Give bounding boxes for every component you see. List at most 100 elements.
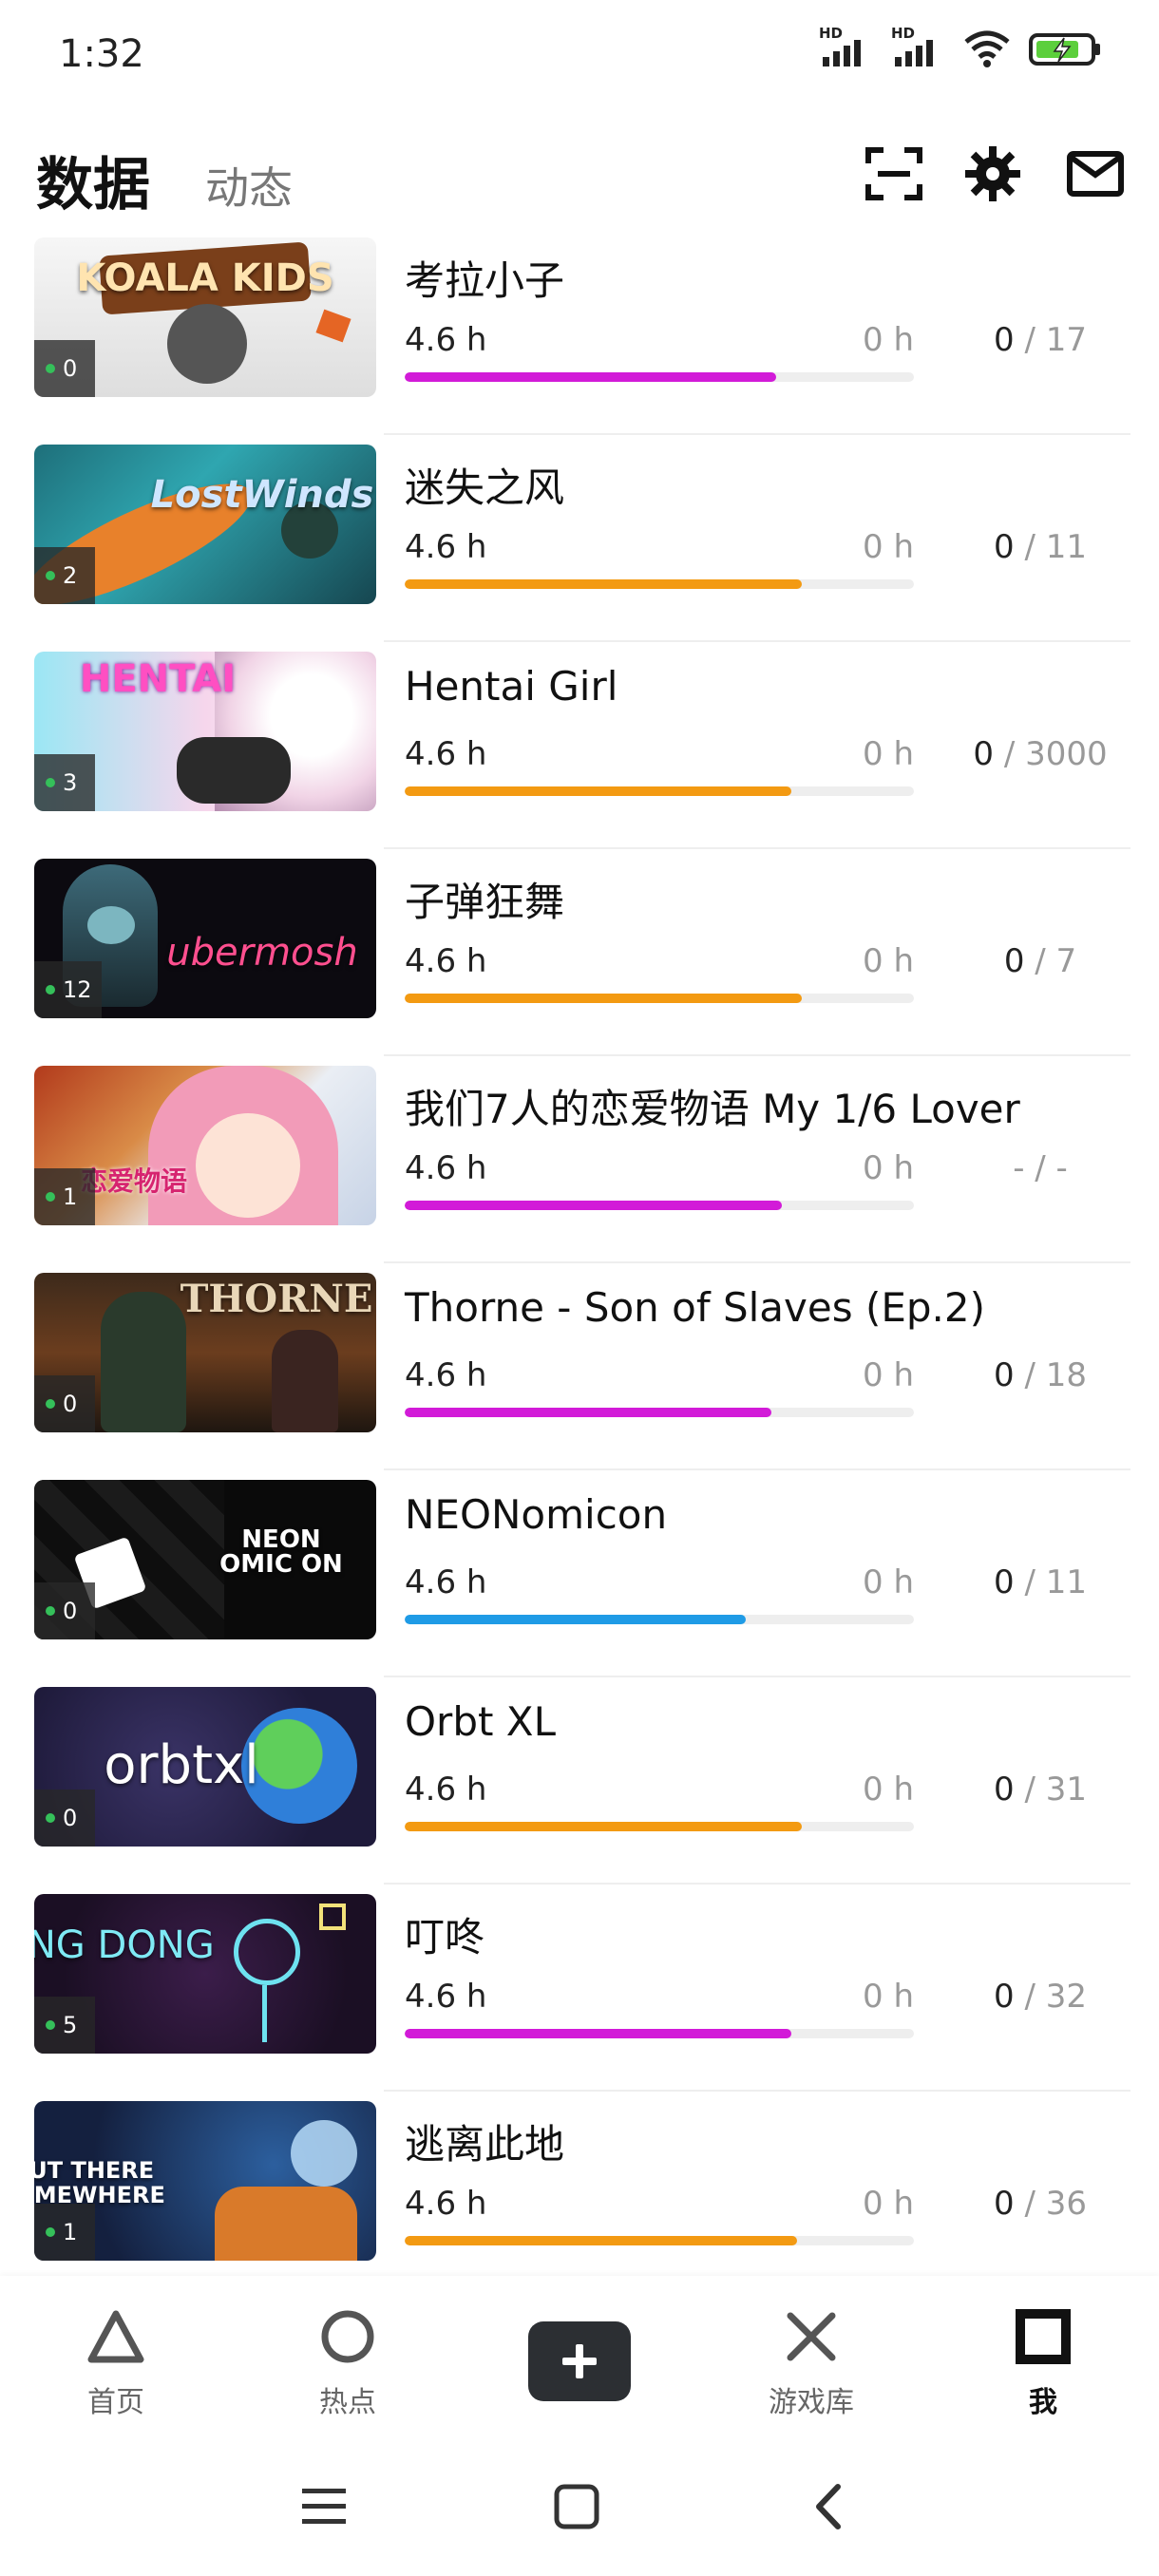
achievements-done: 0 [994,1356,1015,1394]
achievements-total: - / - [1013,1149,1068,1187]
achievements-total: / 11 [1014,1563,1087,1601]
progress-fill [405,786,792,796]
home-icon[interactable] [543,2473,610,2540]
game-row[interactable]: 恋爱物语 1 我们7人的恋爱物语 My 1/6 Lover 4.6 h 0 h … [0,1056,1159,1263]
game-row[interactable]: KOALA KIDS 0 考拉小子 4.6 h 0 h 0 / 17 [0,228,1159,435]
total-hours: 4.6 h [405,1149,487,1187]
friends-badge: 3 [34,754,95,811]
badge-count: 0 [63,1805,78,1831]
achievement-count: 0 / 31 [940,1771,1140,1809]
nav-label: 首页 [87,2386,144,2419]
game-row[interactable]: LostWinds 2 迷失之风 4.6 h 0 h 0 / 11 [0,435,1159,642]
achievement-count: 0 / 17 [940,321,1140,359]
game-row[interactable]: THORNE 0 Thorne - Son of Slaves (Ep.2) 4… [0,1263,1159,1470]
game-row[interactable]: ubermosh 12 子弹狂舞 4.6 h 0 h 0 / 7 [0,849,1159,1056]
friends-badge: 0 [34,340,95,397]
wifi-icon [963,30,1011,68]
system-nav [0,2435,1159,2576]
tab-feed[interactable]: 动态 [205,154,293,217]
total-hours: 4.6 h [405,528,487,566]
game-thumbnail: LostWinds 2 [34,445,376,604]
friends-badge: 0 [34,1790,95,1847]
thumbnail-title: KOALA KIDS [76,256,334,300]
menu-icon[interactable] [291,2473,357,2540]
badge-count: 12 [63,976,92,1003]
game-thumbnail: OUT THERE SOMEWHERE 1 [34,2101,376,2261]
scan-icon[interactable] [863,142,925,205]
progress-bar [405,1822,914,1831]
triangle-icon [86,2306,146,2367]
thumbnail-title: orbtxl [104,1734,259,1796]
status-time: 1:32 [59,32,144,76]
mail-icon[interactable] [1064,142,1127,205]
achievements-total: / 3000 [994,735,1108,773]
game-row[interactable]: HENTAI 3 Hentai Girl 4.6 h 0 h 0 / 3000 [0,642,1159,849]
recent-hours: 0 h [863,1563,914,1601]
signal-icon-2: HD [891,25,946,70]
progress-fill [405,2029,792,2038]
progress-bar [405,994,914,1003]
achievement-count: 0 / 11 [940,1563,1140,1601]
badge-count: 5 [63,2012,78,2038]
progress-bar [405,1408,914,1417]
game-row[interactable]: OUT THERE SOMEWHERE 1 逃离此地 4.6 h 0 h 0 /… [0,2092,1159,2299]
progress-bar [405,579,914,589]
signal-icon: HD [819,25,874,70]
achievements-total: / 7 [1024,942,1077,980]
game-thumbnail: orbtxl 0 [34,1687,376,1847]
achievements-total: / 36 [1014,2185,1087,2223]
achievements-total: / 18 [1014,1356,1087,1394]
achievements-done: 0 [994,321,1015,359]
achievements-done: 0 [994,1771,1015,1809]
game-thumbnail: NEON OMIC ON 0 [34,1480,376,1639]
nav-library[interactable]: 游戏库 [735,2306,887,2420]
recent-hours: 0 h [863,321,914,359]
progress-fill [405,1822,803,1831]
back-icon[interactable] [796,2473,863,2540]
total-hours: 4.6 h [405,942,487,980]
nav-me[interactable]: 我 [967,2306,1119,2420]
badge-count: 0 [63,355,78,382]
friends-badge: 5 [34,1997,95,2054]
game-row[interactable]: NEON OMIC ON 0 NEONomicon 4.6 h 0 h 0 / … [0,1470,1159,1677]
game-title: 逃离此地 [405,2121,565,2168]
nav-label: 我 [1029,2386,1057,2419]
progress-bar [405,1615,914,1624]
status-bar: 1:32 HD HD [0,0,1159,114]
progress-bar [405,2029,914,2038]
circle-icon [317,2306,378,2367]
game-thumbnail: THORNE 0 [34,1273,376,1432]
achievements-done: 0 [994,2185,1015,2223]
recent-hours: 0 h [863,735,914,773]
achievement-count: 0 / 36 [940,2185,1140,2223]
progress-fill [405,1201,782,1210]
achievements-done: 0 [994,1978,1015,2016]
settings-icon[interactable] [961,142,1024,205]
thumbnail-title: HENTAI [79,657,237,701]
total-hours: 4.6 h [405,1978,487,2016]
badge-count: 1 [63,2219,78,2245]
cross-icon [781,2306,842,2367]
game-title: Hentai Girl [405,663,618,710]
achievements-total: / 31 [1014,1771,1087,1809]
game-row[interactable]: DING DONG 5 叮咚 4.6 h 0 h 0 / 32 [0,1885,1159,2092]
friends-badge: 0 [34,1375,95,1432]
progress-bar [405,1201,914,1210]
recent-hours: 0 h [863,942,914,980]
total-hours: 4.6 h [405,1563,487,1601]
game-thumbnail: 恋爱物语 1 [34,1066,376,1225]
friends-badge: 0 [34,1582,95,1639]
game-title: Thorne - Son of Slaves (Ep.2) [405,1284,986,1331]
achievements-done: 0 [1003,942,1025,980]
nav-home[interactable]: 首页 [40,2306,192,2420]
total-hours: 4.6 h [405,735,487,773]
nav-hot[interactable]: 热点 [272,2306,424,2420]
tab-data[interactable]: 数据 [36,139,150,221]
achievement-count: 0 / 3000 [940,735,1140,773]
achievement-count: 0 / 11 [940,528,1140,566]
add-button[interactable] [528,2321,631,2401]
thumbnail-title: LostWinds [150,473,374,517]
game-row[interactable]: orbtxl 0 Orbt XL 4.6 h 0 h 0 / 31 [0,1677,1159,1885]
achievements-done: 0 [973,735,995,773]
friends-badge: 1 [34,2204,95,2261]
